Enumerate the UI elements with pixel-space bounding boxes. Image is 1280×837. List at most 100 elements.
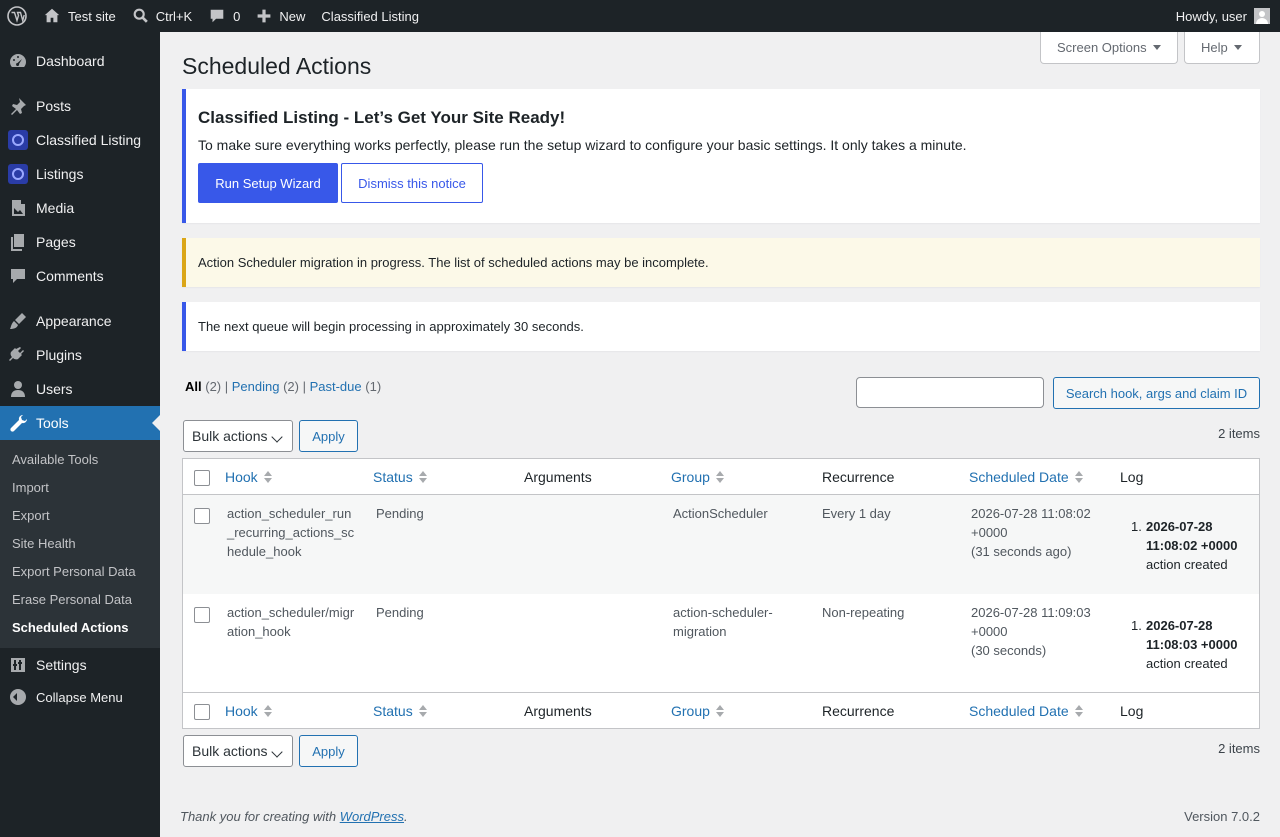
admin-bar: Test site Ctrl+K 0 New Classified Listin… [0, 0, 1280, 32]
submenu-export-personal-data[interactable]: Export Personal Data [12, 564, 136, 579]
plus-icon [258, 9, 271, 23]
filter-pending[interactable]: Pending [232, 379, 280, 394]
wrench-icon [0, 413, 36, 433]
filter-pending-count: (2) [283, 379, 299, 394]
filter-past-due[interactable]: Past-due [310, 379, 362, 394]
sort-icon [1074, 471, 1084, 483]
plug-icon [0, 345, 36, 365]
column-recurrence: Recurrence [822, 469, 895, 485]
chevron-down-icon [271, 431, 283, 443]
column-status[interactable]: Status [373, 693, 428, 729]
menu-media[interactable]: Media [0, 191, 160, 225]
menu-label: Dashboard [36, 53, 105, 69]
menu-comments[interactable]: Comments [0, 259, 160, 293]
column-log: Log [1120, 703, 1144, 719]
search-input[interactable] [856, 377, 1044, 408]
submenu-available-tools[interactable]: Available Tools [12, 452, 98, 467]
column-group[interactable]: Group [671, 693, 725, 729]
apply-button-bottom[interactable]: Apply [299, 735, 358, 767]
menu-label: Users [36, 381, 73, 397]
caret-down-icon [1233, 45, 1242, 50]
account-menu[interactable]: Howdy, user [1168, 0, 1280, 32]
column-hook[interactable]: Hook [225, 693, 273, 729]
run-setup-wizard-button[interactable]: Run Setup Wizard [198, 163, 338, 203]
bulk-actions-select-bottom[interactable]: Bulk actions [183, 735, 293, 767]
menu-plugins[interactable]: Plugins [0, 338, 160, 372]
menu-appearance[interactable]: Appearance [0, 304, 160, 338]
hook-cell[interactable]: action_scheduler_run _recurring_actions_s… [227, 504, 362, 561]
filter-all-count: (2) [205, 379, 222, 394]
menu-classified-listing[interactable]: Classified Listing [0, 123, 160, 157]
scheduled-date-cell: 2026-07-28 11:09:03 +0000 (30 seconds) [971, 605, 1091, 658]
bulk-actions-select[interactable]: Bulk actions [183, 420, 293, 452]
hook-cell[interactable]: action_scheduler/migr ation_hook [227, 603, 362, 641]
main-content: Screen Options Help Scheduled Actions Cl… [160, 32, 1280, 837]
submenu-erase-personal-data[interactable]: Erase Personal Data [12, 592, 132, 607]
menu-posts[interactable]: Posts [0, 89, 160, 123]
footer-thanks: Thank you for creating with WordPress. [180, 809, 408, 824]
recurrence-cell: Every 1 day [822, 506, 891, 521]
search-button[interactable]: Search hook, args and claim ID [1053, 377, 1260, 409]
comments-count: 0 [233, 8, 241, 24]
row-checkbox[interactable] [194, 508, 210, 524]
page-title: Scheduled Actions [182, 53, 372, 79]
site-name-link[interactable]: Test site [35, 0, 124, 32]
menu-listings[interactable]: Listings [0, 157, 160, 191]
column-scheduled-date[interactable]: Scheduled Date [969, 693, 1084, 729]
admin-sidebar: Dashboard Posts Classified Listing Listi… [0, 32, 160, 837]
filter-all[interactable]: All [185, 379, 202, 394]
help-label: Help [1201, 40, 1228, 55]
column-status[interactable]: Status [373, 459, 428, 495]
help-button[interactable]: Help [1184, 32, 1260, 64]
menu-users[interactable]: Users [0, 372, 160, 406]
classified-listing-label: Classified Listing [321, 8, 419, 24]
menu-label: Listings [36, 166, 84, 182]
chevron-down-icon [271, 746, 283, 758]
select-all-checkbox-footer[interactable] [194, 704, 210, 720]
submenu-scheduled-actions[interactable]: Scheduled Actions [12, 620, 129, 635]
status-filter-links: All (2) | Pending (2) | Past-due (1) [185, 379, 382, 394]
collapse-menu-button[interactable]: Collapse Menu [0, 680, 160, 714]
menu-label: Media [36, 200, 75, 216]
new-label: New [279, 8, 306, 24]
comments-link[interactable]: 0 [200, 0, 248, 32]
column-scheduled-date[interactable]: Scheduled Date [969, 459, 1084, 495]
column-hook[interactable]: Hook [225, 459, 273, 495]
status-cell: Pending [376, 506, 424, 521]
screen-options-button[interactable]: Screen Options [1040, 32, 1178, 64]
pages-icon [0, 232, 36, 252]
bulk-actions-value: Bulk actions [192, 743, 268, 759]
new-content-link[interactable]: New [248, 0, 313, 32]
column-group[interactable]: Group [671, 459, 725, 495]
table-footer: Hook Status Arguments Group Recurrence S… [183, 692, 1259, 728]
user-icon [0, 379, 36, 399]
wordpress-link[interactable]: WordPress [340, 809, 404, 824]
brush-icon [0, 311, 36, 331]
setup-notice: Classified Listing - Let’s Get Your Site… [182, 89, 1260, 223]
apply-button[interactable]: Apply [299, 420, 358, 452]
greeting: Howdy, user [1175, 8, 1247, 24]
search-icon [133, 8, 148, 23]
column-log: Log [1120, 469, 1144, 485]
select-all-checkbox[interactable] [194, 470, 210, 486]
listings-icon [8, 164, 28, 184]
menu-dashboard[interactable]: Dashboard [0, 44, 160, 78]
wordpress-logo-icon[interactable] [0, 0, 35, 32]
media-icon [0, 198, 36, 218]
footer-version: Version 7.0.2 [1184, 809, 1260, 824]
dismiss-notice-button[interactable]: Dismiss this notice [341, 163, 483, 203]
menu-pages[interactable]: Pages [0, 225, 160, 259]
sort-icon [263, 705, 273, 717]
command-palette-link[interactable]: Ctrl+K [124, 0, 200, 32]
sort-icon [263, 471, 273, 483]
group-cell: action-scheduler-migration [673, 605, 773, 639]
submenu-site-health[interactable]: Site Health [12, 536, 76, 551]
menu-tools[interactable]: Tools [0, 406, 160, 440]
row-checkbox[interactable] [194, 607, 210, 623]
menu-settings[interactable]: Settings [0, 648, 160, 682]
setup-notice-title: Classified Listing - Let’s Get Your Site… [198, 108, 566, 127]
submenu-import[interactable]: Import [12, 480, 49, 495]
classified-listing-link[interactable]: Classified Listing [313, 0, 427, 32]
site-name: Test site [68, 8, 116, 24]
submenu-export[interactable]: Export [12, 508, 50, 523]
